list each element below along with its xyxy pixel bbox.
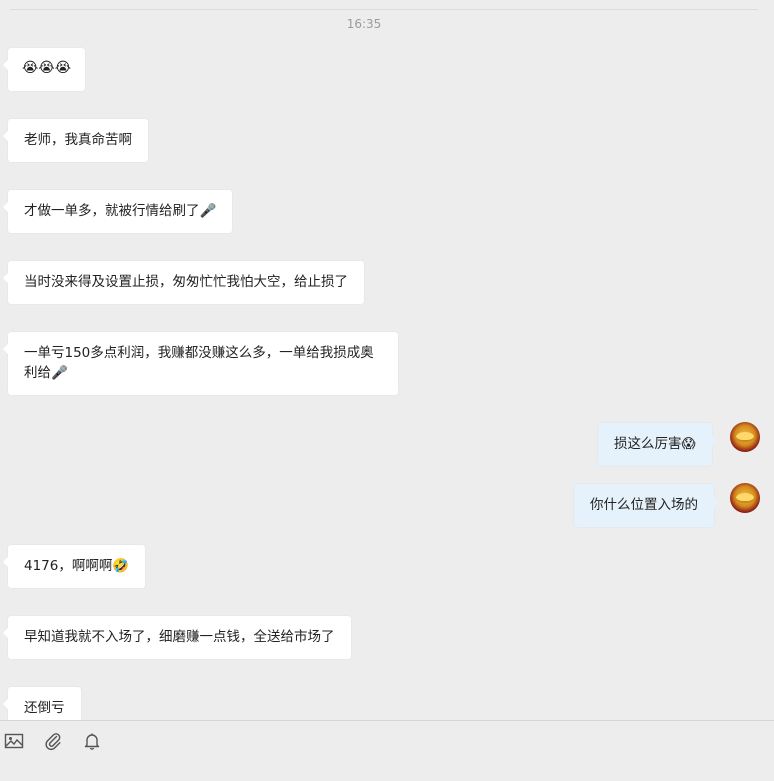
image-icon[interactable] xyxy=(4,731,24,751)
message-text: 😭😭😭 xyxy=(22,60,72,76)
message-text: 一单亏150多点利润，我赚都没赚这么多，一单给我损成奥利给🎤 xyxy=(24,345,374,381)
message-text: 老师，我真命苦啊 xyxy=(24,132,132,148)
top-divider xyxy=(10,9,758,10)
message-text: 4176，啊啊啊🤣 xyxy=(24,558,130,574)
message-bubble[interactable]: 😭😭😭 xyxy=(2,48,86,91)
message-text: 还倒亏 xyxy=(24,700,65,716)
message-bubble-mine[interactable]: 你什么位置入场的 xyxy=(574,484,719,527)
input-toolbar xyxy=(0,720,774,781)
message-bubble[interactable]: 当时没来得及设置止损，匆匆忙忙我怕大空，给止损了 xyxy=(3,261,364,304)
attachment-icon[interactable] xyxy=(43,731,63,751)
message-bubble-mine[interactable]: 损这么厉害😱 xyxy=(598,423,717,466)
timestamp: 16:35 xyxy=(346,17,382,31)
message-bubble[interactable]: 早知道我就不入场了，细磨赚一点钱，全送给市场了 xyxy=(3,616,351,659)
message-text: 损这么厉害😱 xyxy=(614,436,696,452)
message-text: 早知道我就不入场了，细磨赚一点钱，全送给市场了 xyxy=(24,629,335,645)
message-bubble[interactable]: 才做一单多，就被行情给刷了🎤 xyxy=(2,190,233,233)
bell-icon[interactable] xyxy=(82,731,102,751)
message-text: 才做一单多，就被行情给刷了🎤 xyxy=(24,203,217,219)
chat-panel: 16:35 😭😭😭 老师，我真命苦啊 才做一单多，就被行情给刷了🎤 当时没来得及… xyxy=(0,0,774,720)
avatar[interactable] xyxy=(730,422,760,452)
message-bubble[interactable]: 还倒亏 xyxy=(3,687,81,720)
message-bubble[interactable]: 4176，啊啊啊🤣 xyxy=(2,545,146,588)
message-text: 你什么位置入场的 xyxy=(590,497,698,513)
message-bubble[interactable]: 一单亏150多点利润，我赚都没赚这么多，一单给我损成奥利给🎤 xyxy=(3,332,398,395)
message-bubble[interactable]: 老师，我真命苦啊 xyxy=(3,119,148,162)
message-text: 当时没来得及设置止损，匆匆忙忙我怕大空，给止损了 xyxy=(24,274,348,290)
avatar[interactable] xyxy=(730,483,760,513)
